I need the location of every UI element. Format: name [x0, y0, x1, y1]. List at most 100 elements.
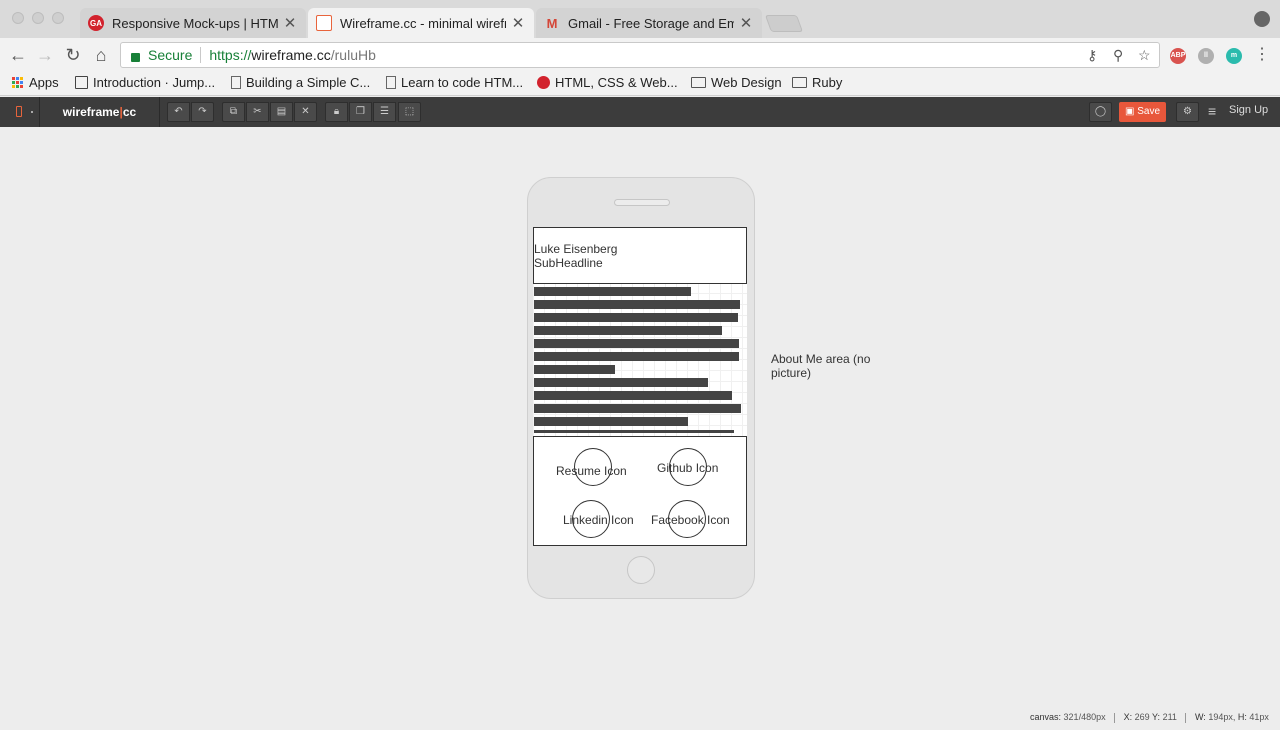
maximize-window-button[interactable]: [52, 12, 64, 24]
minimize-window-button[interactable]: [32, 12, 44, 24]
bookmarks-bar: Apps Introduction · Jump... Building a S…: [0, 72, 1280, 96]
undo-button[interactable]: ↶: [167, 102, 190, 122]
paragraph-line[interactable]: [534, 339, 739, 348]
cut-button[interactable]: ✂: [246, 102, 269, 122]
browser-tab-gmail[interactable]: M Gmail - Free Storage and Emai ✕: [536, 8, 762, 38]
header-box[interactable]: Luke Eisenberg SubHeadline: [533, 227, 747, 284]
arrange-button[interactable]: ❐: [349, 102, 372, 122]
app-logo[interactable]: wireframe|cc: [40, 97, 160, 127]
bookmark-folder-ruby[interactable]: Ruby: [792, 75, 842, 90]
profile-icon[interactable]: [1254, 11, 1270, 27]
sign-up-link[interactable]: Sign Up: [1229, 104, 1268, 116]
wireframe-favicon-icon: [316, 15, 332, 31]
paragraph-line[interactable]: [534, 391, 732, 400]
reload-icon[interactable]: ↻: [63, 45, 83, 65]
bookmark-star-icon[interactable]: ☆: [1138, 47, 1151, 64]
paragraph-line[interactable]: [534, 326, 722, 335]
bookmark-html-css[interactable]: HTML, CSS & Web...: [537, 75, 678, 90]
divider: [1185, 712, 1187, 723]
bookmark-label: Ruby: [812, 75, 843, 90]
url-path: /ruluHb: [330, 47, 376, 63]
facebook-icon-label: Facebook Icon: [651, 513, 730, 527]
folder-icon: [691, 77, 706, 88]
zoom-icon[interactable]: ⚲: [1113, 47, 1123, 64]
paste-button[interactable]: ▤: [270, 102, 293, 122]
redo-button[interactable]: ↷: [191, 102, 214, 122]
adblock-extension-icon[interactable]: ABP: [1170, 48, 1186, 64]
close-window-button[interactable]: [12, 12, 24, 24]
paragraph-line[interactable]: [534, 365, 615, 374]
url-host: wireframe.cc: [251, 47, 331, 63]
group-button[interactable]: ⬚: [398, 102, 421, 122]
close-tab-icon[interactable]: ✕: [510, 14, 526, 32]
paragraph-line[interactable]: [534, 313, 738, 322]
key-icon[interactable]: ⚷: [1087, 47, 1097, 64]
ga-icon: [537, 76, 550, 89]
paragraph-line[interactable]: [534, 287, 691, 296]
arrange-icon: ❐: [356, 106, 365, 117]
wireframe-canvas[interactable]: Luke Eisenberg SubHeadline Resume Icon G…: [533, 227, 747, 546]
tab-title: Gmail - Free Storage and Emai: [568, 15, 734, 31]
gear-icon: ⚙: [1183, 106, 1192, 117]
bookmark-label: HTML, CSS & Web...: [555, 75, 678, 90]
paragraph-line[interactable]: [534, 404, 741, 413]
paragraph-line[interactable]: [534, 300, 740, 309]
paragraph-line[interactable]: [534, 417, 688, 426]
home-icon[interactable]: ⌂: [91, 45, 111, 65]
dropdown-indicator: [31, 111, 33, 113]
social-icons-box[interactable]: Resume Icon Github Icon Linkedin Icon Fa…: [533, 436, 747, 546]
new-tab-button[interactable]: [764, 15, 804, 32]
w-label: W:: [1194, 712, 1206, 722]
save-button[interactable]: ▣ Save: [1119, 102, 1166, 122]
browser-menu-icon[interactable]: ⋮: [1252, 45, 1272, 65]
paragraph-line[interactable]: [534, 378, 708, 387]
group-icon: ⬚: [404, 106, 415, 117]
bookmark-folder-web-design[interactable]: Web Design: [691, 75, 782, 90]
align-button[interactable]: ☰: [373, 102, 396, 122]
device-selector-button[interactable]: [0, 97, 40, 127]
close-tab-icon[interactable]: ✕: [282, 14, 298, 32]
app-toolbar: wireframe|cc ↶ ↷ ⧉ ✂ ▤ ✕ 🔒︎ ❐ ☰ ⬚ ◯ ▣ Sa…: [0, 97, 1280, 127]
tab-title: Wireframe.cc - minimal wirefra: [340, 15, 506, 31]
address-bar[interactable]: Secure https:// wireframe.cc /ruluHb ⚷ ⚲…: [120, 42, 1160, 68]
paragraph-line[interactable]: [534, 430, 734, 433]
phone-speaker: [614, 199, 670, 206]
extension-icon[interactable]: ll: [1198, 48, 1214, 64]
forward-arrow-icon[interactable]: →: [35, 45, 55, 65]
settings-button[interactable]: ⚙: [1176, 102, 1199, 122]
comment-button[interactable]: ◯: [1089, 102, 1112, 122]
page-icon: [231, 76, 241, 89]
divider: [1114, 712, 1116, 723]
header-subtitle[interactable]: SubHeadline: [534, 256, 603, 270]
delete-button[interactable]: ✕: [294, 102, 317, 122]
duplicate-icon: ⧉: [229, 106, 238, 117]
back-arrow-icon[interactable]: ←: [8, 45, 28, 65]
bookmark-apps[interactable]: Apps: [12, 75, 59, 90]
lock-button[interactable]: 🔒︎: [325, 102, 348, 122]
hamburger-menu-icon[interactable]: ≡: [1208, 103, 1216, 119]
linkedin-icon-label: Linkedin Icon: [563, 513, 634, 527]
bookmark-learn-to-code[interactable]: Learn to code HTM...: [386, 75, 523, 90]
bookmark-building[interactable]: Building a Simple C...: [231, 75, 370, 90]
browser-toolbar: ← → ↻ ⌂ Secure https:// wireframe.cc /ru…: [0, 38, 1280, 72]
close-tab-icon[interactable]: ✕: [738, 14, 754, 32]
header-title[interactable]: Luke Eisenberg: [534, 242, 617, 256]
undo-icon: ↶: [174, 106, 183, 117]
gmail-favicon-icon: M: [546, 15, 558, 31]
y-label: Y:: [1152, 712, 1161, 722]
lock-icon: [131, 52, 140, 62]
bookmark-label: Web Design: [711, 75, 782, 90]
bookmark-label: Introduction · Jump...: [93, 75, 216, 90]
extension-icon[interactable]: m: [1226, 48, 1242, 64]
h-label: H:: [1237, 712, 1247, 722]
url-scheme: https://: [209, 47, 252, 63]
bookmark-introduction[interactable]: Introduction · Jump...: [75, 75, 215, 90]
browser-tab-responsive-mockups[interactable]: GA Responsive Mock-ups | HTML, C ✕: [80, 8, 306, 38]
duplicate-button[interactable]: ⧉: [222, 102, 245, 122]
about-me-annotation[interactable]: About Me area (no picture): [771, 352, 891, 380]
align-icon: ☰: [380, 106, 389, 117]
browser-tab-wireframe[interactable]: Wireframe.cc - minimal wirefra ✕: [308, 8, 534, 38]
status-bar: canvas: 321/480px X: 269 Y: 211 W: 194px…: [1030, 712, 1269, 723]
canvas-label: canvas:: [1030, 712, 1062, 722]
paragraph-line[interactable]: [534, 352, 739, 361]
